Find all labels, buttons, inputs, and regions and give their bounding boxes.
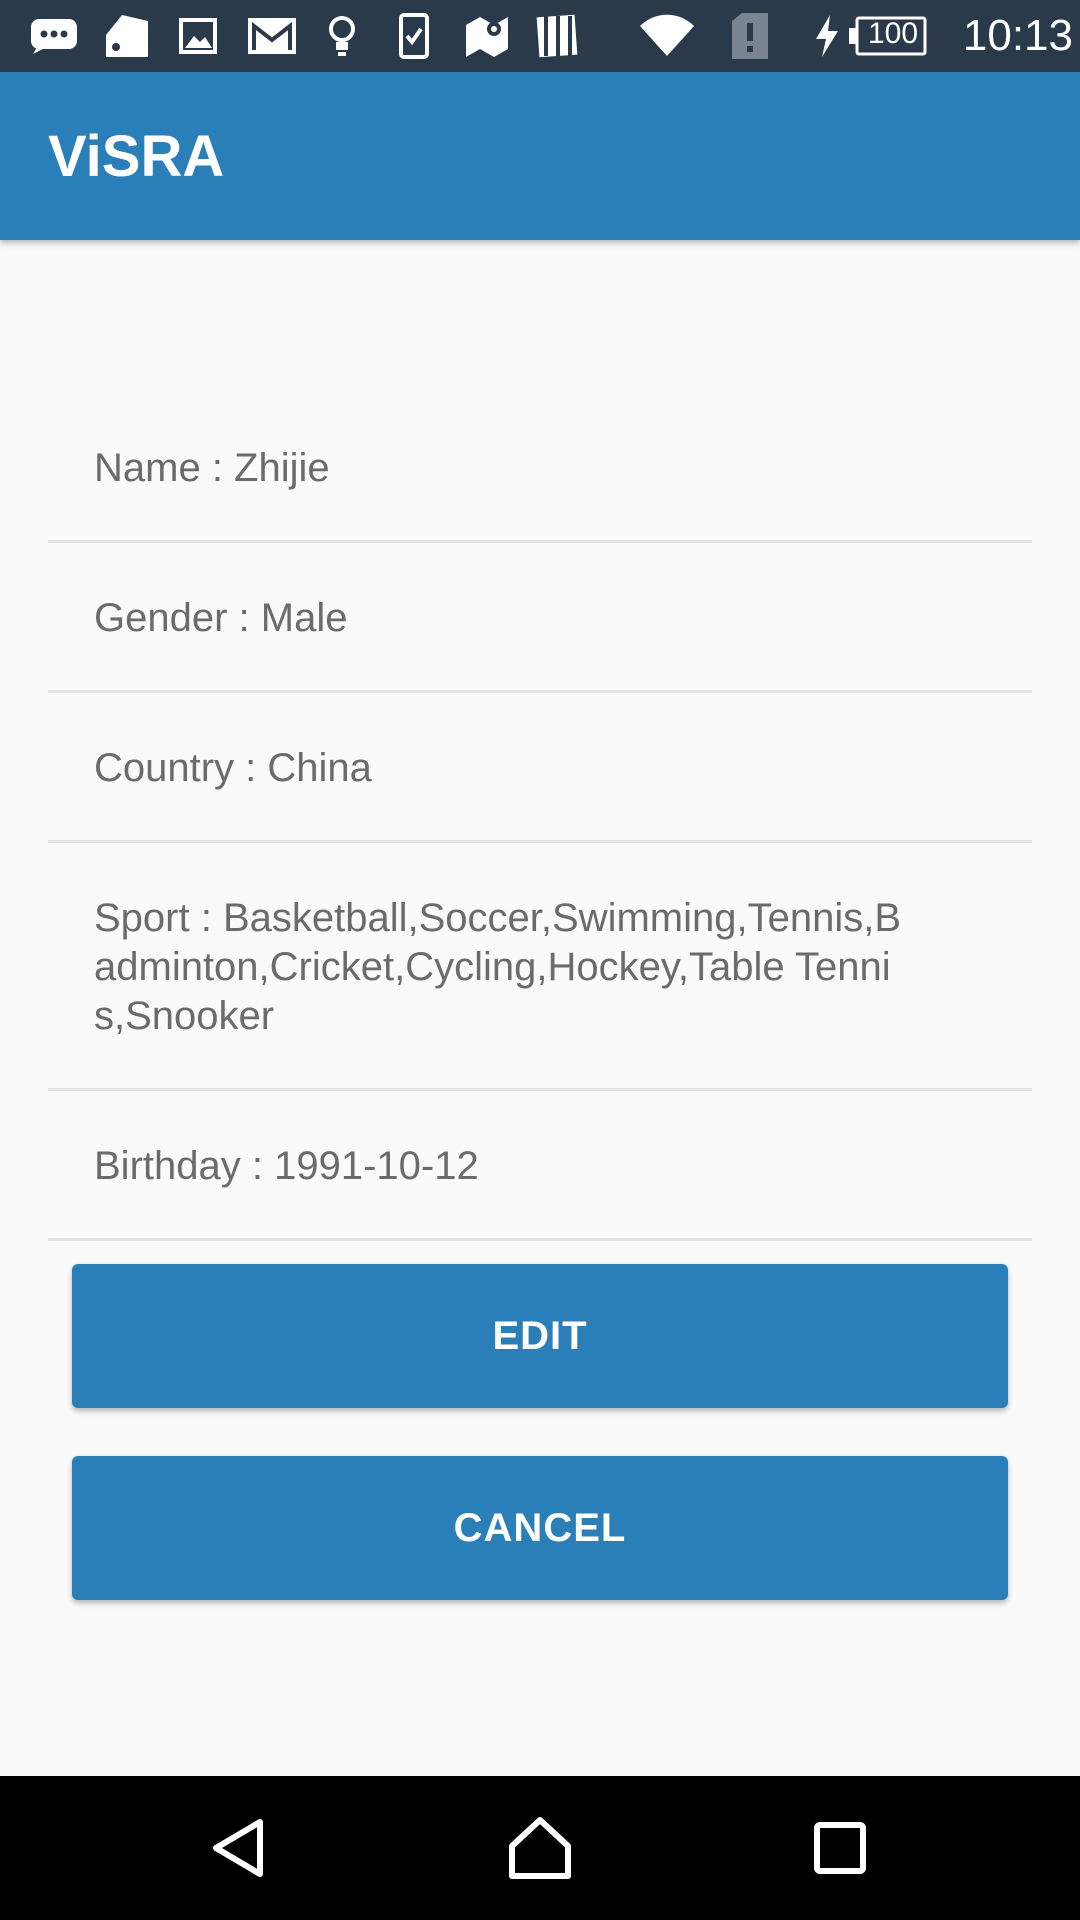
maps-icon: [462, 14, 512, 58]
chat-bubble-icon: [26, 14, 82, 58]
gender-text: Gender : Male: [94, 596, 348, 640]
gmail-icon: [244, 14, 300, 58]
navigation-bar: [0, 1776, 1080, 1920]
status-bar: 100 10:13: [0, 0, 1080, 72]
home-icon[interactable]: [490, 1798, 590, 1898]
cancel-button[interactable]: CANCEL: [72, 1456, 1008, 1600]
name-text: Name : Zhijie: [94, 446, 330, 490]
charging-icon: [812, 14, 842, 58]
gender-row: Gender : Male: [48, 572, 1032, 693]
sport-row: Sport : Basketball,Soccer,Swimming,Tenni…: [48, 872, 1032, 1091]
sport-text: Sport : Basketball,Soccer,Swimming,Tenni…: [94, 896, 902, 1038]
recents-icon[interactable]: [790, 1798, 890, 1898]
battery-level: 100: [867, 17, 919, 50]
birthday-text: Birthday : 1991-10-12: [94, 1144, 479, 1188]
edit-button[interactable]: EDIT: [72, 1264, 1008, 1408]
film-icon: [532, 14, 582, 58]
image-icon: [176, 14, 220, 58]
lightbulb-icon: [322, 14, 362, 58]
birthday-row: Birthday : 1991-10-12: [48, 1120, 1032, 1241]
app-bar: ViSRA: [0, 72, 1080, 240]
tag-icon: [100, 14, 152, 58]
name-row: Name : Zhijie: [48, 422, 1032, 543]
app-title: ViSRA: [48, 124, 225, 189]
task-check-icon: [396, 13, 432, 59]
country-row: Country : China: [48, 722, 1032, 843]
wifi-icon: [636, 14, 698, 58]
country-text: Country : China: [94, 746, 372, 790]
sim-alert-icon: [728, 13, 772, 59]
status-clock: 10:13: [962, 11, 1073, 60]
back-icon[interactable]: [190, 1798, 290, 1898]
